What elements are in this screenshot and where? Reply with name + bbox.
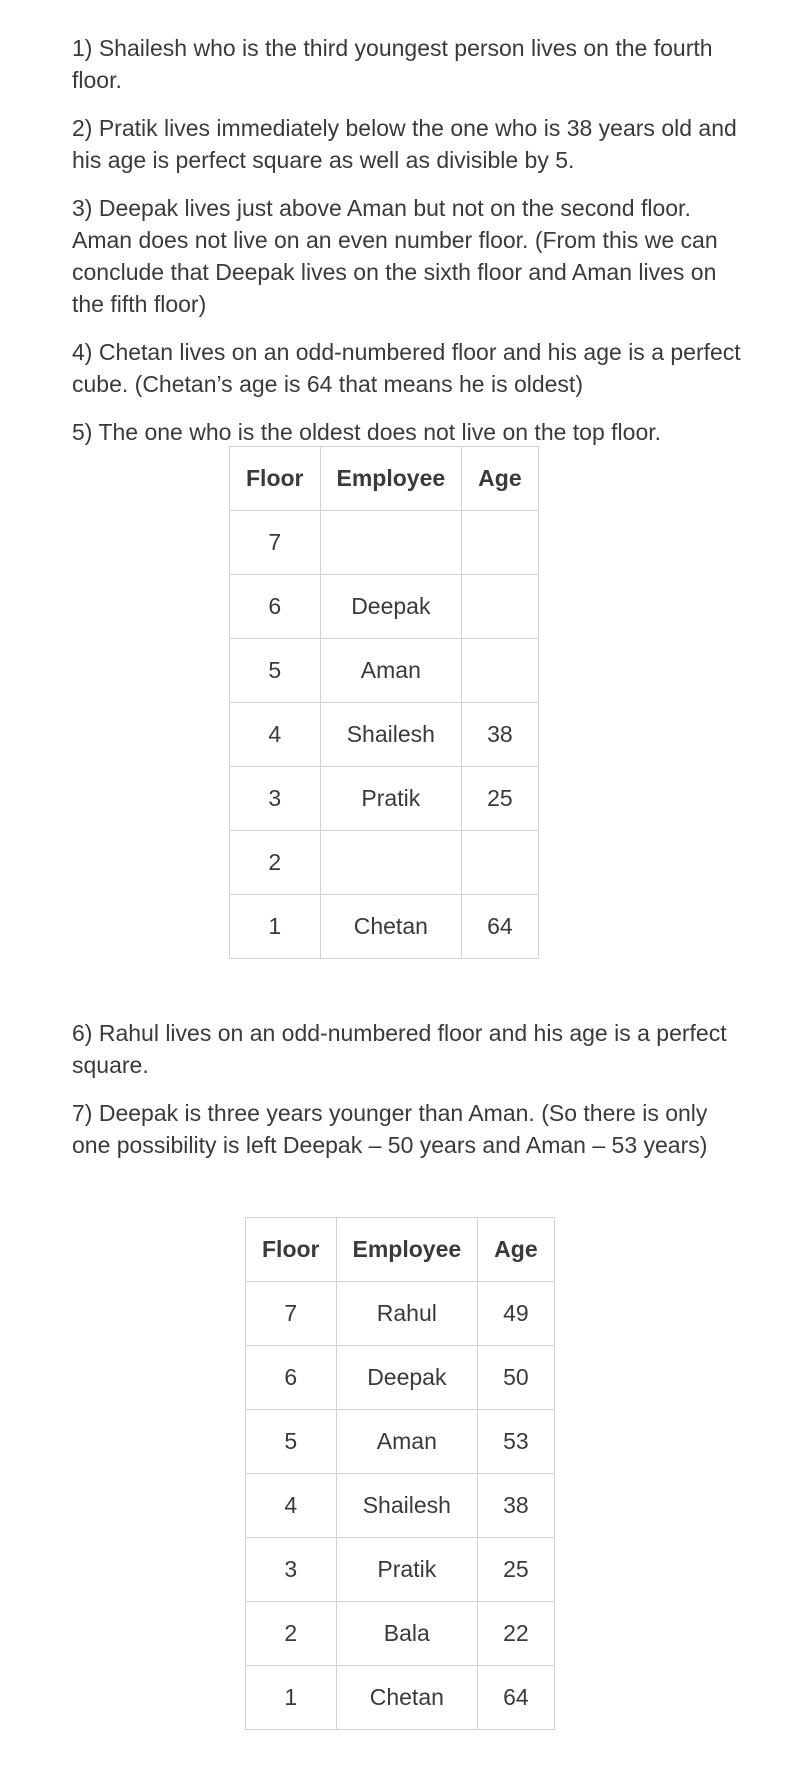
floor-cell: 2 [245, 1601, 337, 1666]
clue-3: 3) Deepak lives just above Aman but not … [72, 195, 718, 317]
column-header-age: Age [477, 1217, 555, 1282]
floor-cell: 7 [245, 1281, 337, 1346]
table-row: 1 Chetan 64 [245, 1665, 555, 1730]
floor-cell: 1 [229, 894, 321, 959]
age-cell: 53 [477, 1409, 555, 1474]
puzzle-solution-page: 1) Shailesh who is the third youngest pe… [72, 32, 752, 1730]
clues-top: 1) Shailesh who is the third youngest pe… [72, 32, 752, 448]
table-row: 2 Bala 22 [245, 1601, 555, 1666]
floor-cell: 4 [245, 1473, 337, 1538]
clue-2: 2) Pratik lives immediately below the on… [72, 115, 737, 173]
table-row: 6 Deepak 50 [245, 1345, 555, 1410]
table-row: 1 Chetan 64 [229, 894, 539, 959]
employee-cell: Deepak [335, 1345, 479, 1410]
age-cell: 50 [477, 1345, 555, 1410]
employee-cell: Aman [319, 638, 463, 703]
floor-cell: 2 [229, 830, 321, 895]
table-row: 5 Aman 53 [245, 1409, 555, 1474]
table-row: 3 Pratik 25 [229, 766, 539, 831]
table-row: 3 Pratik 25 [245, 1537, 555, 1602]
age-cell: 38 [477, 1473, 555, 1538]
table-row: 2 [229, 830, 539, 895]
table-row: 4 Shailesh 38 [229, 702, 539, 767]
age-cell [461, 830, 539, 895]
floor-table-final: Floor Employee Age 7 Rahul 49 6 Deepak 5… [245, 1217, 555, 1730]
floor-table-partial: Floor Employee Age 7 6 Deepak 5 Aman 4 S… [229, 446, 539, 959]
age-cell: 49 [477, 1281, 555, 1346]
age-cell: 25 [461, 766, 539, 831]
floor-cell: 5 [229, 638, 321, 703]
column-header-floor: Floor [245, 1217, 337, 1282]
employee-cell: Aman [335, 1409, 479, 1474]
column-header-employee: Employee [319, 446, 463, 511]
employee-cell: Pratik [319, 766, 463, 831]
column-header-floor: Floor [229, 446, 321, 511]
employee-cell: Shailesh [319, 702, 463, 767]
floor-cell: 6 [229, 574, 321, 639]
age-cell: 25 [477, 1537, 555, 1602]
floor-cell: 7 [229, 510, 321, 575]
employee-cell [319, 510, 463, 575]
age-cell: 22 [477, 1601, 555, 1666]
column-header-employee: Employee [335, 1217, 479, 1282]
employee-cell [319, 830, 463, 895]
table-row: 7 Rahul 49 [245, 1281, 555, 1346]
age-cell: 64 [461, 894, 539, 959]
age-cell: 38 [461, 702, 539, 767]
floor-cell: 6 [245, 1345, 337, 1410]
clue-4: 4) Chetan lives on an odd-numbered floor… [72, 339, 741, 397]
employee-cell: Shailesh [335, 1473, 479, 1538]
table-row: 7 [229, 510, 539, 575]
employee-cell: Deepak [319, 574, 463, 639]
floor-cell: 5 [245, 1409, 337, 1474]
clues-bottom: 6) Rahul lives on an odd-numbered floor … [72, 1017, 752, 1177]
floor-cell: 3 [229, 766, 321, 831]
table-row: 4 Shailesh 38 [245, 1473, 555, 1538]
clue-1: 1) Shailesh who is the third youngest pe… [72, 35, 713, 93]
table-row: 5 Aman [229, 638, 539, 703]
table-header-row: Floor Employee Age [245, 1217, 555, 1282]
floor-cell: 1 [245, 1665, 337, 1730]
age-cell [461, 510, 539, 575]
employee-cell: Rahul [335, 1281, 479, 1346]
clue-6: 6) Rahul lives on an odd-numbered floor … [72, 1020, 727, 1078]
clue-5: 5) The one who is the oldest does not li… [72, 419, 662, 445]
age-cell: 64 [477, 1665, 555, 1730]
table-header-row: Floor Employee Age [229, 446, 539, 511]
floor-cell: 4 [229, 702, 321, 767]
employee-cell: Pratik [335, 1537, 479, 1602]
employee-cell: Chetan [335, 1665, 479, 1730]
clue-7: 7) Deepak is three years younger than Am… [72, 1100, 708, 1158]
age-cell [461, 574, 539, 639]
employee-cell: Bala [335, 1601, 479, 1666]
column-header-age: Age [461, 446, 539, 511]
table-row: 6 Deepak [229, 574, 539, 639]
age-cell [461, 638, 539, 703]
floor-cell: 3 [245, 1537, 337, 1602]
employee-cell: Chetan [319, 894, 463, 959]
